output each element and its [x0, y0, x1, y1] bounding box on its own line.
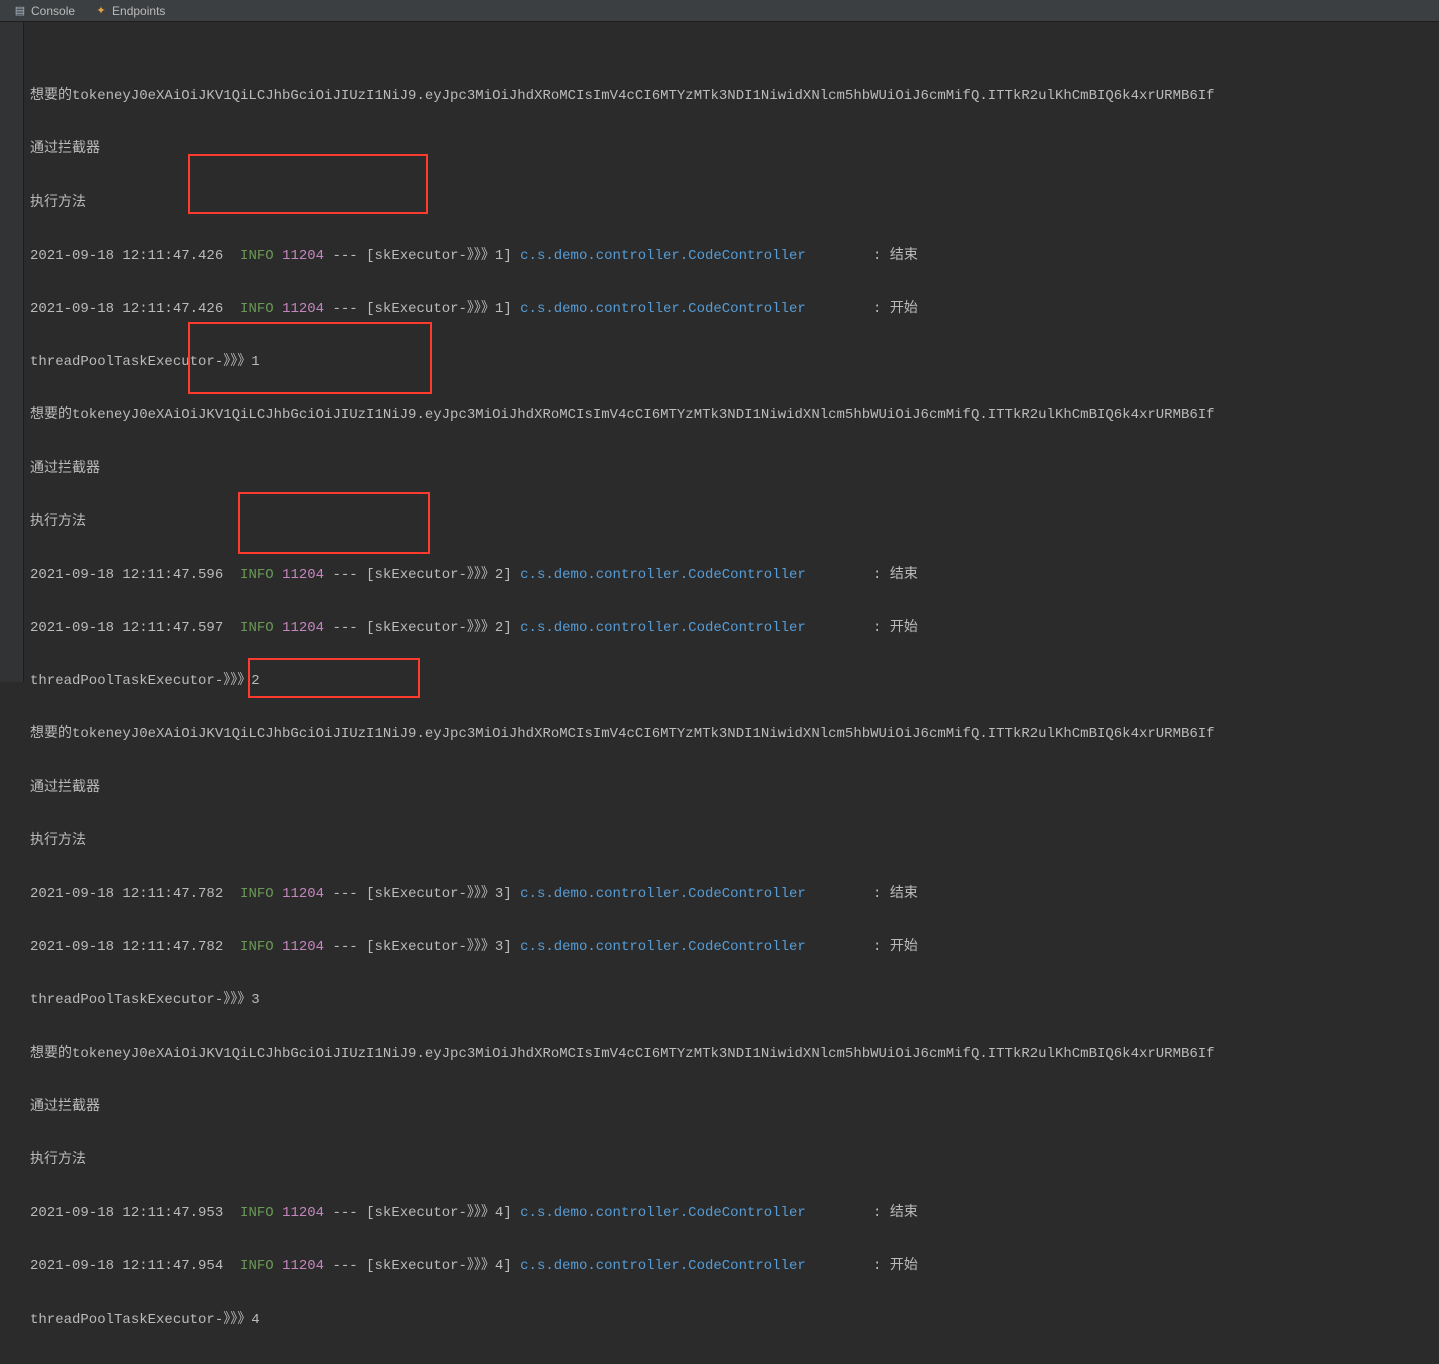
log-line: 2021-09-18 12:11:47.782 INFO 11204 --- […: [30, 881, 1435, 908]
log-lines: 想要的tokeneyJ0eXAiOiJKV1QiLCJhbGciOiJIUzI1…: [28, 57, 1435, 1360]
endpoints-icon: [95, 5, 107, 17]
log-line: 通过拦截器: [30, 775, 1435, 802]
log-line: 2021-09-18 12:11:47.426 INFO 11204 --- […: [30, 243, 1435, 270]
log-line: 2021-09-18 12:11:47.426 INFO 11204 --- […: [30, 296, 1435, 323]
tab-endpoints[interactable]: Endpoints: [85, 2, 175, 20]
tab-console[interactable]: Console: [4, 2, 85, 20]
console-output[interactable]: 想要的tokeneyJ0eXAiOiJKV1QiLCJhbGciOiJIUzI1…: [0, 22, 1439, 1364]
log-line: 想要的tokeneyJ0eXAiOiJKV1QiLCJhbGciOiJIUzI1…: [30, 1041, 1435, 1068]
console-icon: [14, 5, 26, 17]
log-line: 执行方法: [30, 509, 1435, 536]
log-line: 通过拦截器: [30, 136, 1435, 163]
log-line: 想要的tokeneyJ0eXAiOiJKV1QiLCJhbGciOiJIUzI1…: [30, 83, 1435, 110]
log-line: threadPoolTaskExecutor-》》》4: [30, 1307, 1435, 1334]
log-line: 执行方法: [30, 828, 1435, 855]
tab-endpoints-label: Endpoints: [112, 4, 165, 18]
log-line: threadPoolTaskExecutor-》》》1: [30, 349, 1435, 376]
log-line: 想要的tokeneyJ0eXAiOiJKV1QiLCJhbGciOiJIUzI1…: [30, 402, 1435, 429]
log-line: 通过拦截器: [30, 456, 1435, 483]
log-line: 2021-09-18 12:11:47.782 INFO 11204 --- […: [30, 934, 1435, 961]
tab-console-label: Console: [31, 4, 75, 18]
log-line: threadPoolTaskExecutor-》》》3: [30, 987, 1435, 1014]
log-line: 2021-09-18 12:11:47.596 INFO 11204 --- […: [30, 562, 1435, 589]
log-line: 想要的tokeneyJ0eXAiOiJKV1QiLCJhbGciOiJIUzI1…: [30, 721, 1435, 748]
log-line: 2021-09-18 12:11:47.953 INFO 11204 --- […: [30, 1200, 1435, 1227]
log-line: 2021-09-18 12:11:47.954 INFO 11204 --- […: [30, 1253, 1435, 1280]
log-line: 执行方法: [30, 1147, 1435, 1174]
log-line: 通过拦截器: [30, 1094, 1435, 1121]
log-line: 2021-09-18 12:11:47.597 INFO 11204 --- […: [30, 615, 1435, 642]
tool-window-tabs: Console Endpoints: [0, 0, 1439, 22]
log-line: 执行方法: [30, 190, 1435, 217]
